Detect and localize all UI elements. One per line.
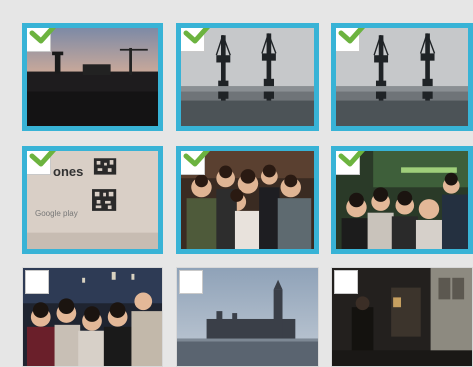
- photo-grid: ones Google play: [0, 0, 473, 367]
- checkmark-icon: [29, 151, 56, 167]
- checkmark-icon: [29, 28, 56, 44]
- photo-tile-friends-night[interactable]: [22, 267, 163, 367]
- photo-tile-sunset[interactable]: [22, 23, 163, 131]
- checkmark-icon: [183, 28, 210, 44]
- photo-tile-westminster[interactable]: [176, 267, 319, 367]
- checkmark-icon: [183, 151, 210, 167]
- card-store-text: Google play: [35, 209, 78, 218]
- select-checkbox[interactable]: [25, 270, 49, 294]
- photo-tile-dark-street[interactable]: [331, 267, 473, 367]
- photo-tile-qr-card[interactable]: ones Google play: [22, 146, 163, 254]
- checkmark-icon: [338, 151, 365, 167]
- select-checkbox[interactable]: [334, 270, 358, 294]
- photo-tile-cranes-2[interactable]: [331, 23, 473, 131]
- photo-tile-group-party[interactable]: [176, 146, 319, 254]
- checkmark-icon: [338, 28, 365, 44]
- select-checkbox[interactable]: [179, 270, 203, 294]
- photo-tile-group-bar[interactable]: [331, 146, 473, 254]
- photo-tile-cranes[interactable]: [176, 23, 319, 131]
